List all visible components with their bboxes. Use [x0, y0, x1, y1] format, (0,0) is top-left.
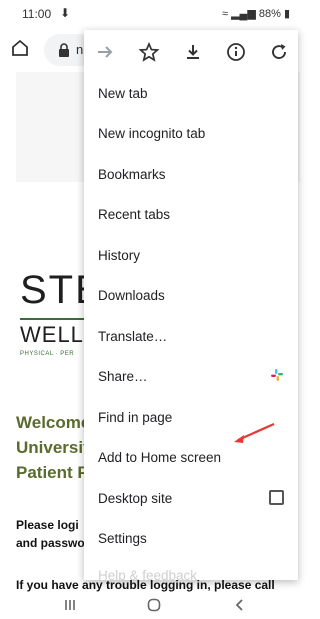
menu-item-label: Help & feedback [98, 568, 198, 580]
star-icon[interactable] [138, 41, 160, 63]
menu-item-help-feedback[interactable]: Help & feedback [84, 556, 298, 580]
wifi-icon: ≈ [221, 8, 228, 20]
signal-icon: ▂▄▆ [231, 8, 256, 20]
trouble-text: If you have any trouble logging in, plea… [16, 578, 275, 592]
menu-item-recent-tabs[interactable]: Recent tabs [84, 195, 298, 235]
slack-share-icon [271, 369, 283, 381]
logo-tagline: PHYSICAL · PER [20, 351, 75, 357]
desktop-site-checkbox[interactable] [269, 490, 284, 505]
download-status-icon: ⬇ [60, 6, 71, 20]
menu-item-new-tab[interactable]: New tab [84, 74, 298, 114]
menu-icon-row [84, 30, 298, 74]
android-nav-bar [0, 592, 300, 619]
menu-item-label: New tab [98, 86, 148, 101]
battery-icon: ▮ [283, 8, 290, 20]
menu-item-translate[interactable]: Translate… [84, 317, 298, 357]
menu-item-label: Settings [98, 531, 147, 546]
status-time: 11:00 [22, 7, 52, 21]
menu-item-bookmarks[interactable]: Bookmarks [84, 155, 298, 195]
menu-item-label: Downloads [98, 288, 165, 303]
menu-item-label: Bookmarks [98, 167, 166, 182]
status-indicators: ≈ ▂▄▆ 88% ▮ [222, 7, 290, 20]
menu-item-history[interactable]: History [84, 236, 298, 276]
logo-subtitle: WELL [20, 322, 84, 347]
menu-item-desktop-site[interactable]: Desktop site [84, 479, 298, 519]
menu-item-label: History [98, 248, 141, 263]
refresh-icon[interactable] [268, 41, 290, 63]
menu-item-new-incognito-tab[interactable]: New incognito tab [84, 114, 298, 154]
menu-item-label: Share… [98, 369, 148, 384]
home-icon[interactable] [10, 38, 30, 58]
menu-item-label: Desktop site [98, 491, 173, 506]
recents-icon[interactable] [62, 597, 78, 613]
menu-item-share[interactable]: Share… [84, 357, 298, 397]
download-icon[interactable] [182, 41, 204, 63]
menu-item-label: Add to Home screen [98, 450, 222, 465]
annotation-arrow [234, 422, 275, 443]
menu-item-downloads[interactable]: Downloads [84, 276, 298, 316]
info-icon[interactable] [225, 41, 247, 63]
back-chevron-icon[interactable] [232, 597, 248, 613]
menu-item-settings[interactable]: Settings [84, 519, 298, 559]
url-text: n [76, 42, 84, 57]
menu-item-label: Recent tabs [98, 207, 171, 222]
battery-percent: 88% [258, 8, 281, 20]
lock-icon [59, 43, 69, 57]
forward-arrow-icon[interactable] [94, 41, 116, 63]
overflow-menu: New tab New incognito tab Bookmarks Rece… [84, 30, 298, 580]
menu-item-label: New incognito tab [98, 126, 206, 141]
menu-item-label: Find in page [98, 410, 173, 425]
home-circle-icon[interactable] [146, 597, 162, 613]
status-bar: 11:00 ⬇ ≈ ▂▄▆ 88% ▮ [0, 0, 300, 28]
menu-item-label: Translate… [98, 329, 168, 344]
